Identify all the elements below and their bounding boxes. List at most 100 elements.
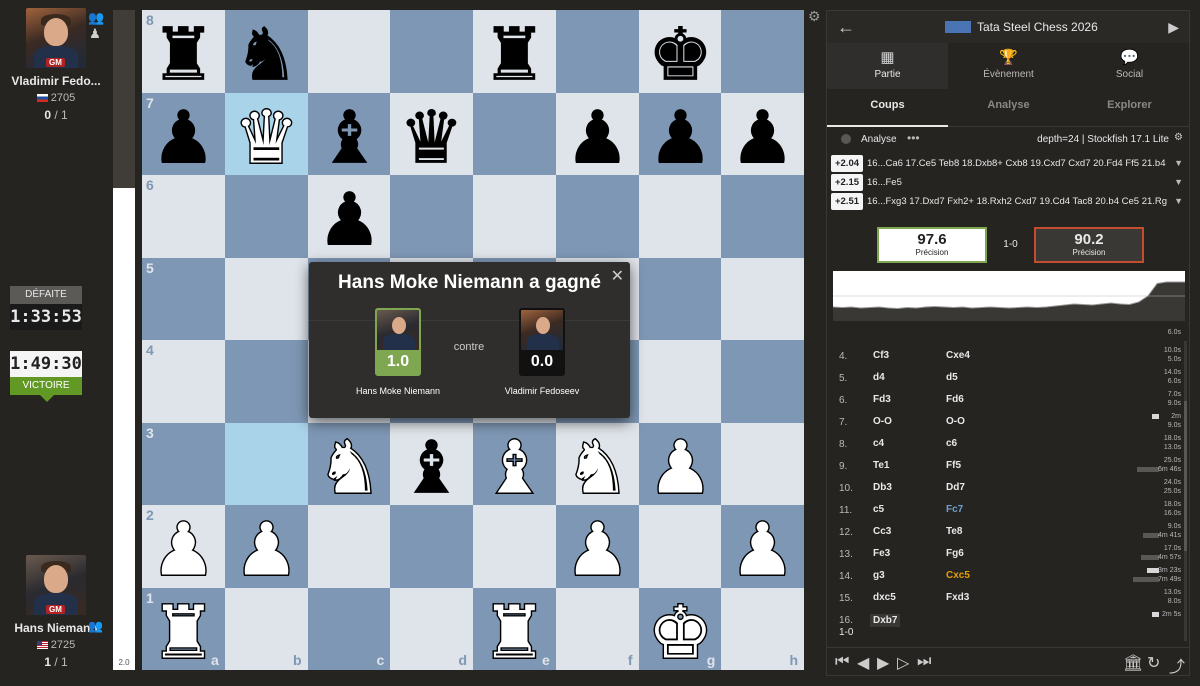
square-b5[interactable] [224,257,308,340]
players-icon[interactable]: 👥 [88,10,104,26]
black-king-icon[interactable]: ♚ [639,10,722,93]
chevron-down-icon[interactable]: ▼ [1174,174,1183,191]
square-f7[interactable]: ♟ [555,92,639,176]
share-icon[interactable]: ⤴ [1169,653,1185,677]
square-e6[interactable] [473,175,556,258]
square-b4[interactable] [224,340,308,423]
event-title[interactable]: Tata Steel Chess 2026 [977,20,1098,34]
white-move[interactable]: c5 [873,504,884,515]
square-b8[interactable]: ♞ [224,10,308,93]
square-g6[interactable] [638,175,722,258]
evaluation-graph[interactable] [833,271,1185,321]
white-move[interactable]: Fd3 [873,394,891,405]
square-b1[interactable]: b [224,587,308,670]
square-a6[interactable]: 6 [142,175,225,258]
square-f2[interactable]: ♟ [555,505,639,588]
white-pawn-icon[interactable]: ♟ [142,505,225,588]
white-pawn-icon[interactable]: ♟ [721,505,804,588]
square-g7[interactable]: ♟ [638,92,722,176]
black-knight-icon[interactable]: ♞ [225,10,308,93]
analysis-toggle[interactable] [841,134,851,144]
white-move[interactable]: c4 [873,438,884,449]
white-rook-icon[interactable]: ♜ [142,588,225,671]
square-e8[interactable]: ♜ [473,10,556,93]
next-move-icon[interactable]: ▷ [897,653,909,673]
square-b2[interactable]: ♟ [224,505,308,588]
tab-partie[interactable]: ▦ Partie [827,43,948,89]
move-list-scrollbar[interactable] [1184,341,1187,641]
black-move[interactable]: Dd7 [946,482,965,493]
square-g4[interactable] [638,340,722,423]
square-c6[interactable]: ♟ [307,175,391,258]
pv-line[interactable]: +2.51 16...Fxg3 17.Dxd7 Fxh2+ 18.Rxh2 Cxd… [831,193,1187,210]
square-c7[interactable]: ♝ [307,92,391,175]
player-bottom-card[interactable]: GM Hans Niemann 👥 2725 1 / 1 [0,555,112,669]
black-move[interactable]: c6 [946,438,957,449]
square-a3[interactable]: 3 [142,422,225,505]
square-h3[interactable] [721,422,804,505]
square-g1[interactable]: g ♚ [638,587,722,670]
tab-evenement[interactable]: 🏆 Évènement [948,43,1069,89]
white-move[interactable]: Db3 [873,482,892,493]
black-pawn-icon[interactable]: ♟ [142,93,225,176]
refresh-icon[interactable]: ↻ [1147,653,1160,673]
white-move[interactable]: Cf3 [873,350,889,361]
chevron-down-icon[interactable]: ▼ [1174,193,1183,210]
square-d6[interactable] [390,175,473,258]
pv-line[interactable]: +2.04 16...Ca6 17.Ce5 Teb8 18.Dxb8+ Cxb8 … [831,155,1187,172]
square-a8[interactable]: 8 ♜ [142,10,225,93]
square-a7[interactable]: 7 ♟ [142,92,225,176]
square-c8[interactable] [307,10,391,93]
black-pawn-icon[interactable]: ♟ [639,93,722,176]
square-g2[interactable] [638,505,722,588]
prev-move-icon[interactable]: ◀ [857,653,869,673]
square-a5[interactable]: 5 [142,257,225,340]
white-move[interactable]: Cc3 [873,526,891,537]
square-b7[interactable]: ♛ [224,92,308,176]
black-move[interactable]: Fxd3 [946,592,969,603]
tab-social[interactable]: 💬 Social [1069,43,1190,89]
first-move-icon[interactable]: ⏮ [835,653,849,671]
square-c1[interactable]: c [307,587,391,670]
black-move[interactable]: Cxc5 [946,570,970,581]
square-h8[interactable] [721,10,804,93]
square-h6[interactable] [721,175,804,258]
player-top-card[interactable]: GM 👥 ♟ Vladimir Fedo... 2705 0 / 1 [0,8,112,122]
library-icon[interactable]: 🏛 [1123,653,1143,673]
square-d1[interactable]: d [390,587,473,670]
square-f8[interactable] [555,10,639,93]
white-rook-icon[interactable]: ♜ [473,588,556,671]
white-move[interactable]: O-O [873,416,892,427]
white-queen-icon[interactable]: ♛ [225,93,308,176]
white-pawn-icon[interactable]: ♟ [556,505,639,588]
square-d2[interactable] [390,505,473,588]
black-move[interactable]: Fg6 [946,548,964,559]
black-move[interactable]: O-O [946,416,965,427]
square-a1[interactable]: 1 a ♜ [142,587,225,671]
black-rook-icon[interactable]: ♜ [473,10,556,93]
play-icon[interactable]: ▶ [877,653,889,673]
black-rook-icon[interactable]: ♜ [142,10,225,93]
chevron-down-icon[interactable]: ▼ [1174,155,1183,172]
white-move[interactable]: dxc5 [873,592,896,603]
square-d3[interactable]: ♝ [390,422,473,505]
square-h4[interactable] [721,340,804,423]
avatar[interactable]: GM [26,555,86,615]
square-h2[interactable]: ♟ [721,505,804,588]
square-e2[interactable] [473,505,556,588]
black-move[interactable]: Te8 [946,526,963,537]
white-move[interactable]: Fe3 [873,548,890,559]
square-g8[interactable]: ♚ [638,10,722,93]
white-move[interactable]: g3 [873,570,885,581]
black-move[interactable]: Cxe4 [946,350,970,361]
white-move[interactable]: d4 [873,372,885,383]
square-e7[interactable] [473,92,556,175]
square-a4[interactable]: 4 [142,340,225,423]
tab-explorer[interactable]: Explorer [1069,89,1190,127]
black-pawn-icon[interactable]: ♟ [556,93,639,176]
square-b6[interactable] [224,175,308,258]
more-options-icon[interactable]: ••• [907,131,920,145]
square-g3[interactable]: ♟ [638,422,722,505]
square-a2[interactable]: 2 ♟ [142,505,225,588]
square-f1[interactable]: f [555,587,639,670]
